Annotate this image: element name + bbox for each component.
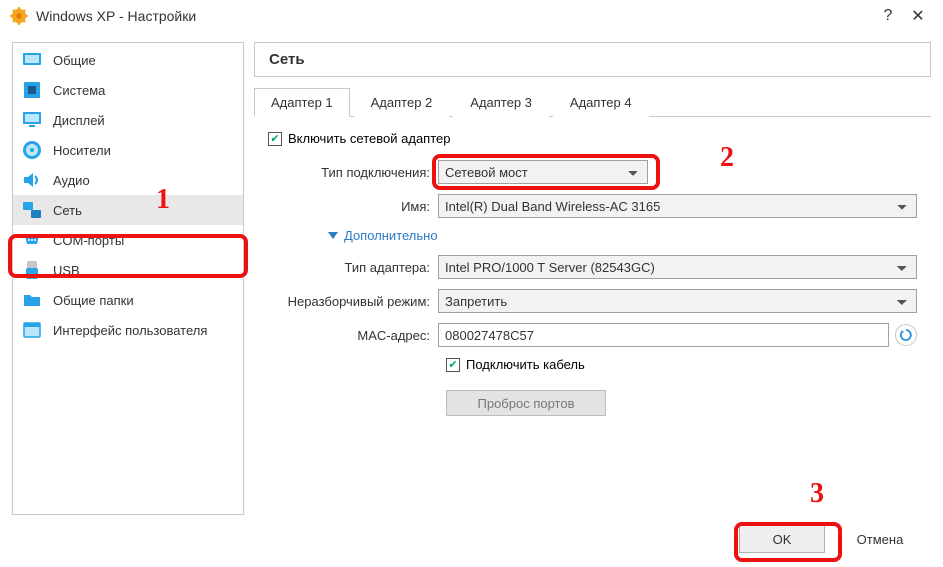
serial-port-icon [21,229,43,251]
sidebar-item-display[interactable]: Дисплей [13,105,243,135]
sidebar-item-storage[interactable]: Носители [13,135,243,165]
close-button[interactable]: ✕ [903,6,933,26]
triangle-down-icon [328,232,338,239]
sidebar-item-label: Общие папки [53,293,134,308]
sidebar-item-label: Сеть [53,203,82,218]
advanced-label: Дополнительно [344,228,438,243]
sidebar-item-serial[interactable]: COM-порты [13,225,243,255]
titlebar: Windows XP - Настройки ? ✕ [0,0,943,32]
refresh-icon [899,328,913,342]
sidebar-item-label: Дисплей [53,113,105,128]
mac-input[interactable] [438,323,889,347]
sidebar-item-label: Общие [53,53,96,68]
content-area: Общие Система Дисплей Носители Аудио Сет… [0,32,943,515]
name-label: Имя: [268,199,438,214]
sidebar-item-audio[interactable]: Аудио [13,165,243,195]
advanced-toggle[interactable]: Дополнительно [328,228,917,243]
dialog-button-bar: OK Отмена [0,515,943,567]
ok-button[interactable]: OK [739,525,825,553]
network-icon [21,199,43,221]
cancel-button[interactable]: Отмена [837,525,923,553]
tab-adapter-3[interactable]: Адаптер 3 [453,88,549,117]
sidebar-item-shared-folders[interactable]: Общие папки [13,285,243,315]
promiscuous-select[interactable]: Запретить [438,289,917,313]
sidebar-item-general[interactable]: Общие [13,45,243,75]
connection-type-select[interactable]: Сетевой мост [438,160,648,184]
tab-adapter-1[interactable]: Адаптер 1 [254,88,350,117]
port-forwarding-button[interactable]: Проброс портов [446,390,606,416]
ui-icon [21,319,43,341]
general-icon [21,49,43,71]
sidebar-item-system[interactable]: Система [13,75,243,105]
window-title: Windows XP - Настройки [36,8,873,24]
sidebar-item-label: Система [53,83,105,98]
help-button[interactable]: ? [873,7,903,25]
sidebar-item-label: USB [53,263,80,278]
tab-adapter-2[interactable]: Адаптер 2 [354,88,450,117]
mac-label: MAC-адрес: [268,328,438,343]
sidebar-item-label: Аудио [53,173,90,188]
enable-adapter-label: Включить сетевой адаптер [288,131,450,146]
sidebar-item-usb[interactable]: USB [13,255,243,285]
refresh-mac-button[interactable] [895,324,917,346]
sidebar-item-network[interactable]: Сеть [13,195,243,225]
settings-window: Windows XP - Настройки ? ✕ Общие Система… [0,0,943,567]
system-icon [21,79,43,101]
adapter-tabs: Адаптер 1 Адаптер 2 Адаптер 3 Адаптер 4 [254,87,931,117]
folder-icon [21,289,43,311]
adapter-type-select[interactable]: Intel PRO/1000 T Server (82543GC) [438,255,917,279]
enable-adapter-checkbox[interactable]: ✔ [268,132,282,146]
promiscuous-label: Неразборчивый режим: [268,294,438,309]
main-panel: Сеть Адаптер 1 Адаптер 2 Адаптер 3 Адапт… [254,42,931,515]
audio-icon [21,169,43,191]
page-title: Сеть [254,42,931,77]
tab-adapter-4[interactable]: Адаптер 4 [553,88,649,117]
connect-cable-checkbox[interactable]: ✔ [446,358,460,372]
sidebar-item-label: COM-порты [53,233,124,248]
app-icon [10,7,28,25]
connection-type-label: Тип подключения: [268,165,438,180]
display-icon [21,109,43,131]
settings-sidebar: Общие Система Дисплей Носители Аудио Сет… [12,42,244,515]
storage-icon [21,139,43,161]
adapter-form: ✔ Включить сетевой адаптер Тип подключен… [254,117,931,416]
sidebar-item-label: Носители [53,143,111,158]
name-select[interactable]: Intel(R) Dual Band Wireless-AC 3165 [438,194,917,218]
adapter-type-label: Тип адаптера: [268,260,438,275]
usb-icon [21,259,43,281]
sidebar-item-ui[interactable]: Интерфейс пользователя [13,315,243,345]
sidebar-item-label: Интерфейс пользователя [53,323,207,338]
connect-cable-label: Подключить кабель [466,357,585,372]
